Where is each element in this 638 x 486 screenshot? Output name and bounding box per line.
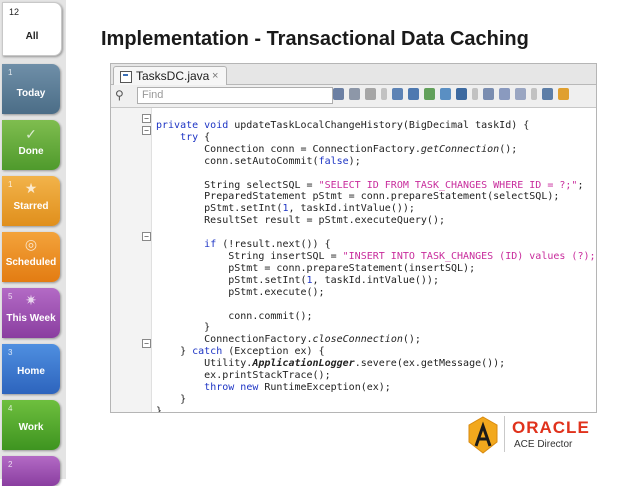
ace-director-label: ACE Director [514, 439, 573, 450]
oracle-logo-text: ORACLE [512, 418, 590, 437]
sidebar-item-today[interactable]: 1 Today [2, 64, 60, 114]
sidebar-item-count: 12 [9, 7, 20, 17]
sidebar-item-label: All [25, 31, 39, 42]
braces-icon[interactable] [392, 88, 403, 100]
sidebar: 12 All 1 Today ✓ Done 1 ★ Starred ◎ Sche… [0, 0, 66, 486]
sidebar-item-all[interactable]: 12 All [2, 2, 62, 56]
code-area[interactable]: − − − − private void updateTaskLocalChan… [111, 108, 596, 412]
editor-toolbar: ⚲ Find [111, 85, 596, 108]
format-icon[interactable] [408, 88, 419, 100]
checkmark-icon: ✓ [25, 126, 37, 142]
clock-icon: ◎ [24, 236, 38, 252]
sidebar-item-count: 2 [8, 460, 13, 469]
code-editor-window: TasksDC.java × ⚲ Find − − − − private vo… [110, 63, 597, 413]
indent-icon[interactable] [349, 88, 360, 100]
sidebar-item-label: Starred [13, 201, 49, 212]
outdent-icon[interactable] [365, 88, 376, 100]
editor-gutter: − − − − [111, 108, 152, 412]
sidebar-item-label: Scheduled [5, 257, 57, 268]
sidebar-item-this-week[interactable]: 5 ✷ This Week [2, 288, 60, 338]
fold-toggle[interactable]: − [142, 339, 151, 348]
sidebar-item-count: 1 [8, 68, 13, 77]
code-content: private void updateTaskLocalChangeHistor… [156, 120, 597, 413]
separator-icon [381, 88, 387, 100]
sidebar-item-label: Done [18, 146, 44, 157]
separator-icon [531, 88, 537, 100]
sidebar-item-scheduled[interactable]: ◎ Scheduled [2, 232, 60, 282]
search-icon[interactable]: ⚲ [115, 88, 124, 102]
sidebar-item-done[interactable]: ✓ Done [2, 120, 60, 170]
toolbar-icons [333, 88, 569, 100]
close-icon[interactable]: × [212, 70, 218, 82]
java-file-icon [120, 71, 132, 83]
toggle-comment-icon[interactable] [333, 88, 344, 100]
logo-divider [504, 416, 505, 452]
window-icon[interactable] [542, 88, 553, 100]
sidebar-item-count: 3 [8, 348, 13, 357]
fold-toggle[interactable]: − [142, 232, 151, 241]
sidebar-item-extra[interactable]: 2 [2, 456, 60, 486]
fold-toggle[interactable]: − [142, 126, 151, 135]
find-input[interactable]: Find [137, 87, 333, 104]
ace-director-logo [468, 416, 498, 454]
star-icon: ★ [24, 180, 38, 196]
next-bookmark-icon[interactable] [515, 88, 526, 100]
page-title: Implementation - Transactional Data Cach… [101, 28, 529, 50]
run-icon[interactable] [424, 88, 435, 100]
sun-icon: ✷ [25, 292, 37, 308]
fold-toggle[interactable]: − [142, 114, 151, 123]
sidebar-item-count: 4 [8, 404, 13, 413]
history-icon[interactable] [456, 88, 467, 100]
sidebar-item-starred[interactable]: 1 ★ Starred [2, 176, 60, 226]
file-tab-label: TasksDC.java [136, 69, 210, 83]
bookmark-icon[interactable] [483, 88, 494, 100]
sidebar-item-label: Home [17, 366, 45, 377]
sidebar-item-label: Today [16, 88, 46, 99]
sidebar-item-work[interactable]: 4 Work [2, 400, 60, 450]
debug-icon[interactable] [440, 88, 451, 100]
file-tab[interactable]: TasksDC.java × [113, 66, 227, 85]
separator-icon [472, 88, 478, 100]
prev-bookmark-icon[interactable] [499, 88, 510, 100]
macro-icon[interactable] [558, 88, 569, 100]
sidebar-item-label: Work [18, 422, 44, 433]
sidebar-item-label: This Week [6, 313, 56, 324]
editor-tabbar: TasksDC.java × [111, 64, 596, 85]
sidebar-item-home[interactable]: 3 Home [2, 344, 60, 394]
